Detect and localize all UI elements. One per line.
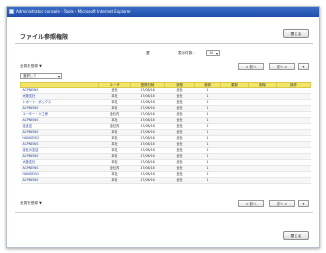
filter-select[interactable]: 選択して [20,73,62,79]
filter-center-label: 選 [146,51,150,55]
prev-page-button-top[interactable]: < 前へ [238,63,264,70]
next-page-button-top[interactable]: 次へ > [269,63,295,70]
table-cell: 全社 [164,177,195,184]
table-row[interactable]: ACPNEWS 本社 17/08/18 全社 1 [20,177,311,184]
table-cell [248,177,277,184]
footer-divider [15,212,313,213]
prev-page-button-bottom[interactable]: < 前へ [238,200,264,207]
header-divider [15,43,313,44]
chevron-down-icon: ▾ [302,202,305,206]
window-title: Administrator console - Tools - Microsof… [16,9,131,14]
close-button-top[interactable]: 閉じる [283,29,309,38]
table-cell: 本社 [98,177,131,184]
next-page-button-bottom[interactable]: 次へ > [269,200,295,207]
page-options-button-top[interactable]: ▾ [298,63,309,70]
page-options-button-bottom[interactable]: ▾ [298,200,309,207]
table-cell: 1 [194,177,221,184]
page-title: ファイル参照権限 [20,34,69,41]
rows-per-page-label: 表示件数： [178,51,196,55]
row-name-cell[interactable]: ACPNEWS [20,177,99,184]
bulk-action-bottom[interactable]: 全員を登録 ▼ [20,201,42,206]
permissions-table: ユーザ 登録日時 状態 参照 更新 削除 操作 ACPNEWS 全社 17/08/1… [20,82,311,184]
chevron-down-icon: ▾ [302,65,305,69]
rows-per-page-select[interactable]: 10 [206,50,220,56]
window-titlebar: Administrator console - Tools - Microsof… [7,7,319,17]
table-cell: 17/08/18 [130,177,165,184]
table-cell [220,177,249,184]
close-button-bottom[interactable]: 閉じる [283,231,309,240]
bulk-action-top[interactable]: 全員を登録 ▼ [20,64,42,69]
browser-icon [9,9,14,14]
dialog-window: Administrator console - Tools - Microsof… [6,6,320,248]
table-cell [276,177,311,184]
